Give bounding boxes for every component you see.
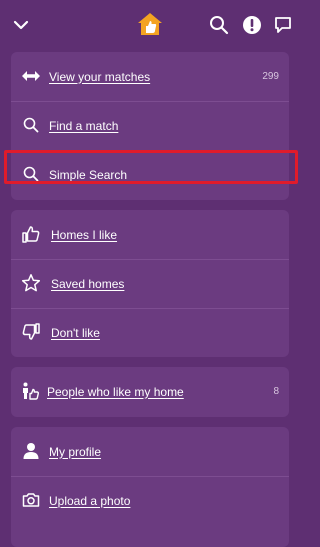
speech-bubble-icon[interactable]: [274, 16, 292, 34]
camera-icon: [21, 490, 41, 510]
menu-item-dont-like[interactable]: Don't like: [11, 308, 289, 357]
thumbs-up-icon: [21, 224, 41, 244]
menu-item-people-who-like[interactable]: People who like my home 8: [11, 367, 289, 416]
menu-item-view-matches[interactable]: View your matches 299: [11, 52, 289, 101]
menu-item-label[interactable]: Saved homes: [51, 277, 124, 291]
menu-item-saved-homes[interactable]: Saved homes: [11, 259, 289, 308]
arrows-left-right-icon: [21, 66, 41, 86]
menu-item-label[interactable]: Homes I like: [51, 228, 117, 242]
highlight-box: [4, 150, 298, 184]
person-icon: [21, 441, 41, 461]
profile-card: My profile Upload a photo: [11, 427, 289, 547]
menu-item-homes-i-like[interactable]: Homes I like: [11, 210, 289, 259]
matches-count: 299: [262, 71, 279, 82]
person-thumbs-up-icon: [21, 381, 41, 401]
people-card: People who like my home 8: [11, 367, 289, 417]
top-bar: [0, 0, 300, 52]
menu-item-my-profile[interactable]: My profile: [11, 427, 289, 476]
menu-item-label[interactable]: Don't like: [51, 326, 100, 340]
menu-item-label[interactable]: Upload a photo: [49, 494, 130, 508]
menu-item-label[interactable]: View your matches: [49, 70, 150, 84]
menu-item-label[interactable]: People who like my home: [47, 385, 184, 399]
menu-item-label[interactable]: My profile: [49, 445, 101, 459]
likes-card: Homes I like Saved homes Don't like: [11, 210, 289, 357]
house-thumbs-up-logo[interactable]: [137, 12, 163, 36]
thumbs-down-icon: [21, 322, 41, 342]
star-icon: [21, 273, 41, 293]
menu-item-label[interactable]: Find a match: [49, 119, 118, 133]
menu-item-upload-photo[interactable]: Upload a photo: [11, 476, 289, 525]
likes-count: 8: [273, 386, 279, 397]
chevron-down-icon[interactable]: [12, 16, 30, 34]
search-icon: [21, 115, 41, 135]
menu-item-find-match[interactable]: Find a match: [11, 101, 289, 150]
exclamation-icon[interactable]: [242, 15, 262, 35]
search-icon[interactable]: [209, 15, 229, 35]
